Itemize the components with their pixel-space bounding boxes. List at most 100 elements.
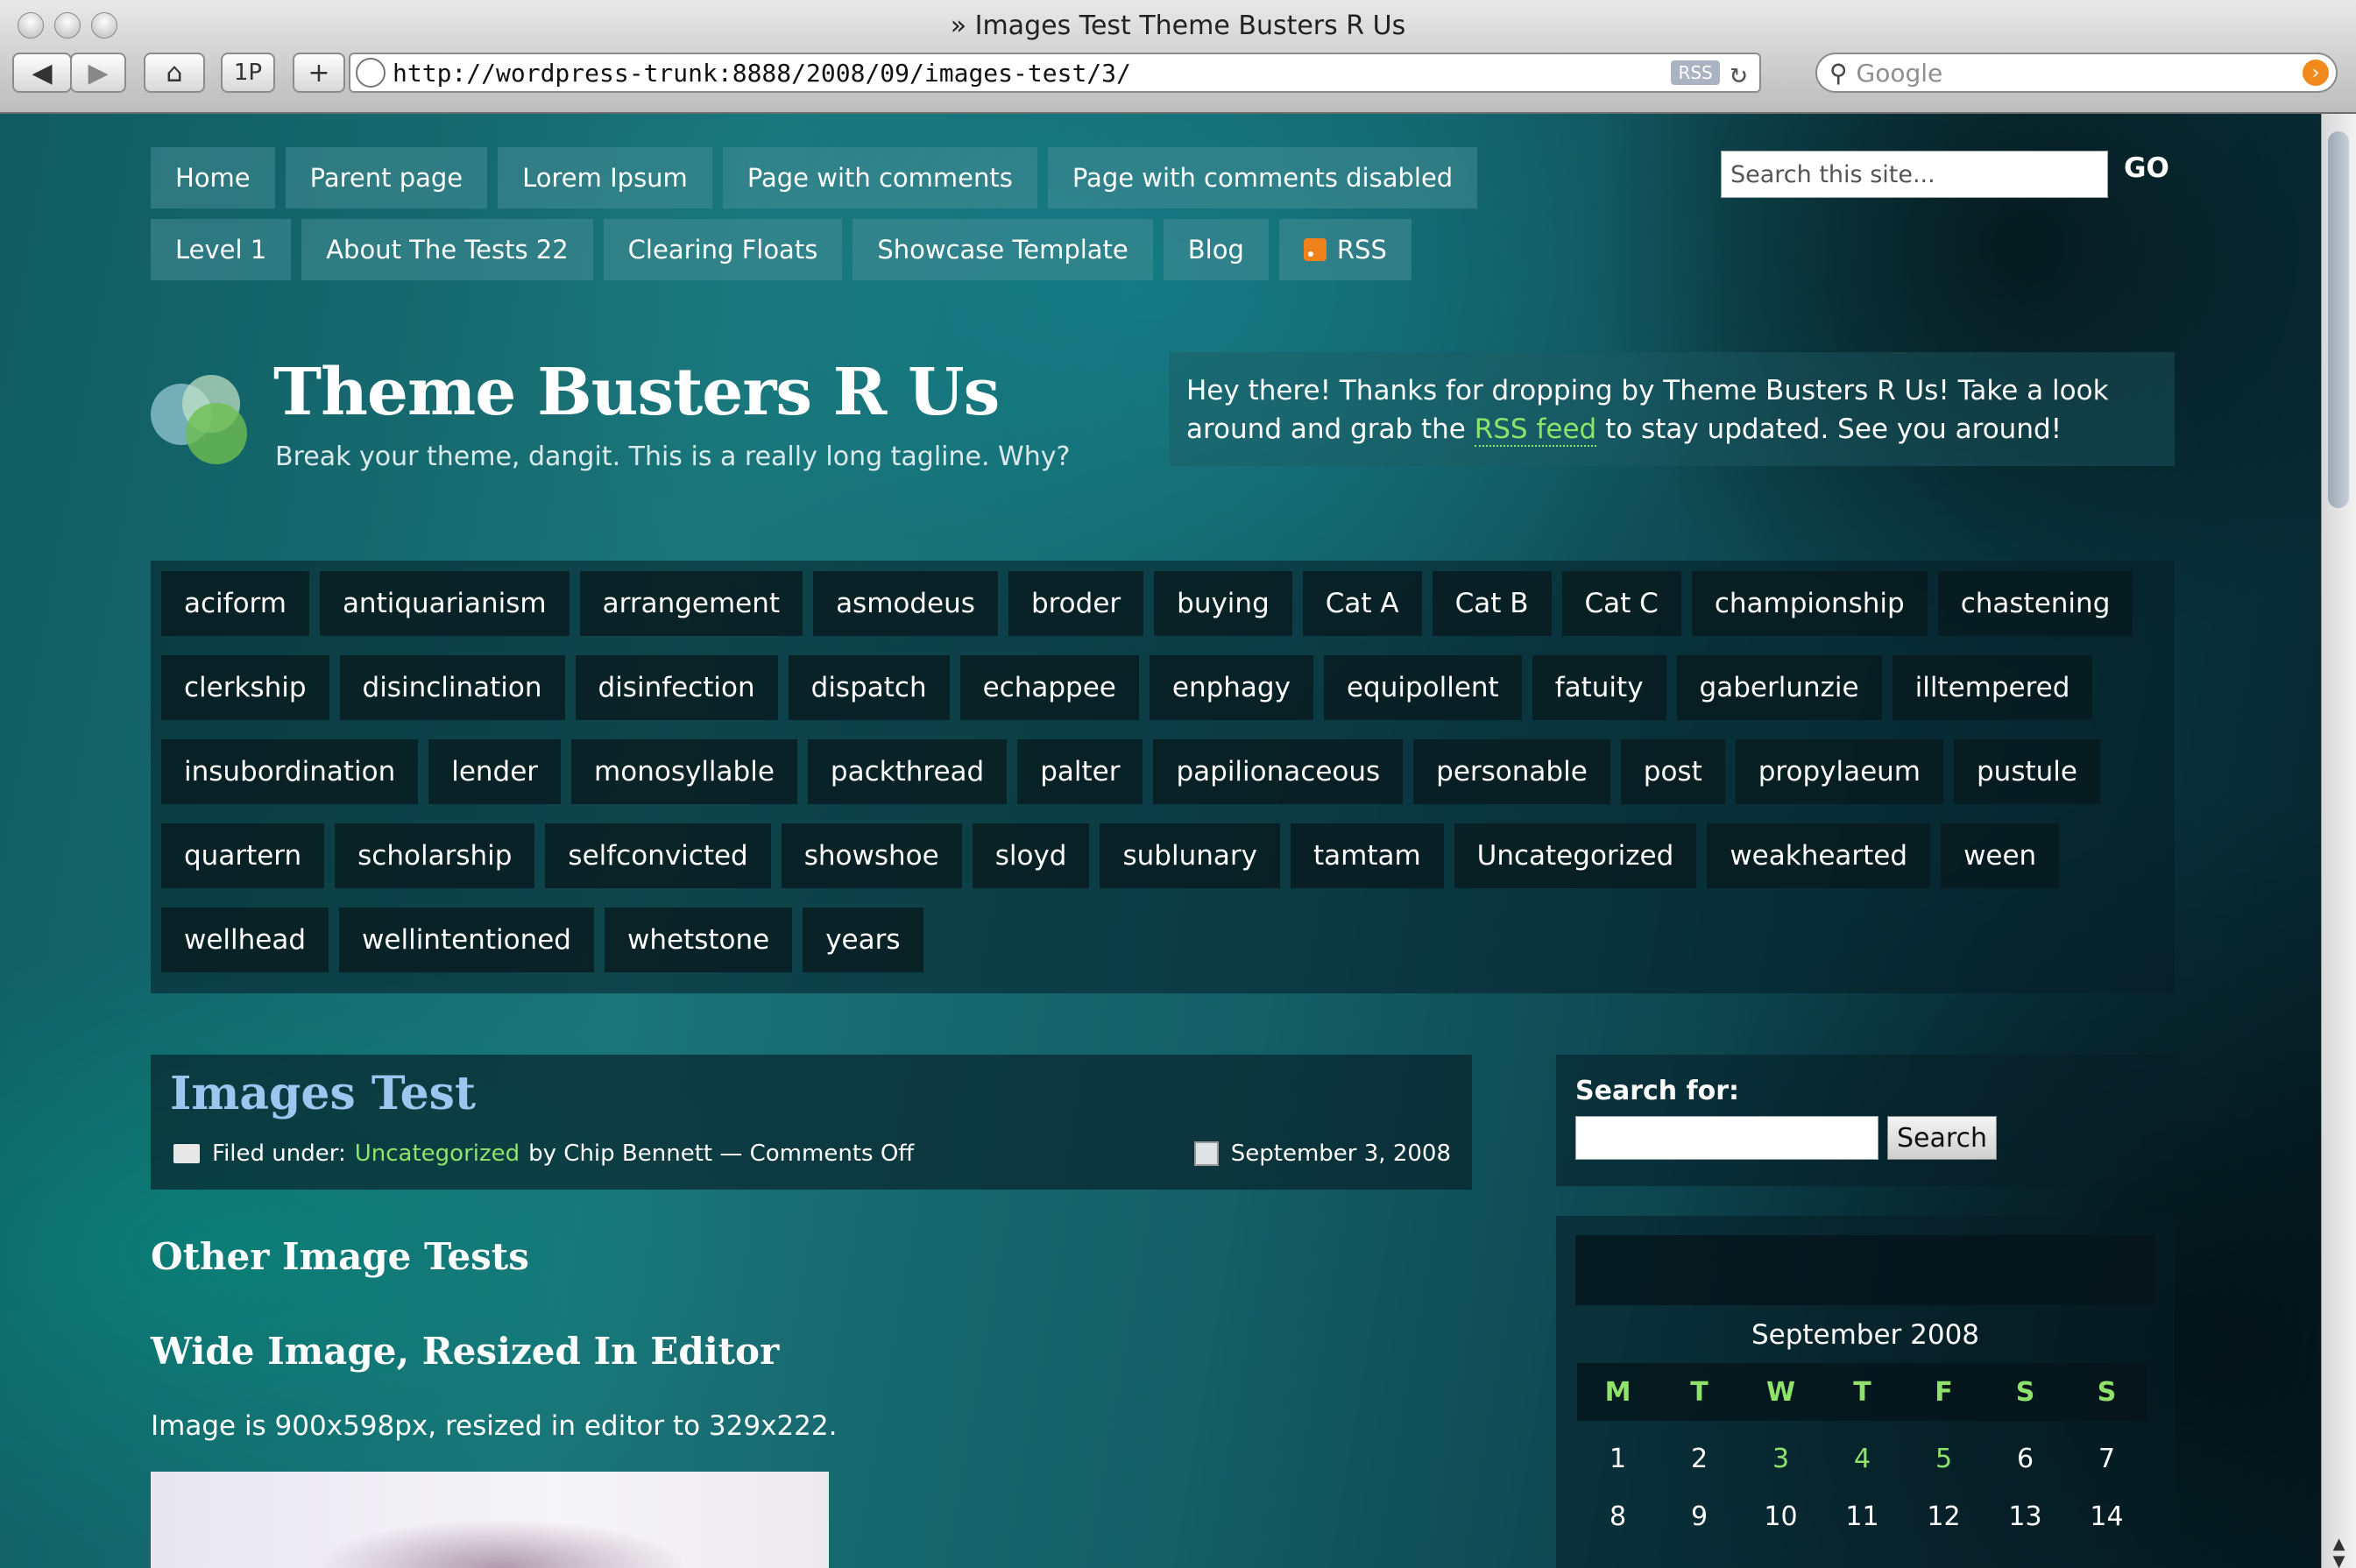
post-title[interactable]: Images Test [170,1067,476,1120]
tag-wellintentioned[interactable]: wellintentioned [339,908,594,972]
tag-sloyd[interactable]: sloyd [972,823,1090,888]
tag-cat-a[interactable]: Cat A [1302,571,1422,636]
calendar-day-link[interactable]: 4 [1822,1430,1903,1487]
tag-personable[interactable]: personable [1413,739,1610,804]
nav-item-showcase-template[interactable]: Showcase Template [853,219,1153,280]
tag-lender[interactable]: lender [428,739,562,804]
calendar-day: 2 [1690,1443,1709,1474]
nav-item-clearing-floats[interactable]: Clearing Floats [603,219,843,280]
nav-item-page-with-comments-disabled[interactable]: Page with comments disabled [1047,147,1478,208]
tag-championship[interactable]: championship [1691,571,1928,636]
calendar-day: 14 [2090,1501,2124,1532]
tag-clerkship[interactable]: clerkship [161,655,329,720]
rss-feed-link[interactable]: RSS feed [1474,413,1597,447]
tag-buying[interactable]: buying [1154,571,1292,636]
tag-sublunary[interactable]: sublunary [1100,823,1280,888]
tag-propylaeum[interactable]: propylaeum [1735,739,1943,804]
tag-cat-c[interactable]: Cat C [1561,571,1681,636]
tag-arrangement[interactable]: arrangement [579,571,803,636]
site-title[interactable]: Theme Busters R Us [273,355,1000,430]
tag-insubordination[interactable]: insubordination [161,739,419,804]
tag-enphagy[interactable]: enphagy [1149,655,1313,720]
tag-packthread[interactable]: packthread [807,739,1008,804]
tag-chastening[interactable]: chastening [1937,571,2133,636]
calendar-grid: M T W T F S S 1 2 3 4 5 6 7 8 9 10 11 12 13 14 [1577,1363,2148,1545]
tag-quartern[interactable]: quartern [161,823,325,888]
nav-item-level-1[interactable]: Level 1 [151,219,292,280]
tag-papilionaceous[interactable]: papilionaceous [1153,739,1404,804]
nav-item-about-the-tests-22[interactable]: About The Tests 22 [301,219,593,280]
calendar-day-link[interactable]: 3 [1740,1430,1822,1487]
sidebar-search-button[interactable]: Search [1887,1116,1998,1160]
tag-asmodeus[interactable]: asmodeus [813,571,998,636]
reload-icon[interactable]: ↻ [1730,56,1747,89]
scroll-up-arrow-icon[interactable]: ▲ [2322,1535,2356,1553]
filed-under-label: Filed under: [212,1141,346,1167]
tag-dispatch[interactable]: dispatch [788,655,950,720]
tag-fatuity[interactable]: fatuity [1532,655,1666,720]
tag-equipollent[interactable]: equipollent [1323,655,1522,720]
nav-item-lorem-ipsum[interactable]: Lorem Ipsum [498,147,712,208]
tag-wellhead[interactable]: wellhead [161,908,329,972]
tag-years[interactable]: years [803,908,923,972]
section-heading-wide-image: Wide Image, Resized In Editor [151,1330,780,1373]
tag-pustule[interactable]: pustule [1954,739,2100,804]
tag-post[interactable]: post [1620,739,1725,804]
nav-item-page-with-comments[interactable]: Page with comments [722,147,1037,208]
tag-tamtam[interactable]: tamtam [1290,823,1444,888]
main-nav-row-2: Level 1 About The Tests 22 Clearing Floats… [151,219,1411,280]
sidebar-search-input[interactable] [1575,1116,1878,1160]
calendar-day: 6 [2016,1443,2034,1474]
tag-palter[interactable]: palter [1017,739,1143,804]
main-nav-row-1: Home Parent page Lorem Ipsum Page with comm… [151,147,1478,208]
site-search-input[interactable]: Search this site... [1721,151,2108,198]
forward-button[interactable]: ▶ [70,53,126,93]
tag-disinclination[interactable]: disinclination [339,655,565,720]
tag-uncategorized[interactable]: Uncategorized [1454,823,1697,888]
tag-antiquarianism[interactable]: antiquarianism [319,571,570,636]
tag-ween[interactable]: ween [1941,823,2060,888]
url-text[interactable]: http://wordpress-trunk:8888/2008/09/imag… [393,59,1671,88]
rss-badge[interactable]: RSS [1671,60,1720,85]
tag-row: wellhead wellintentioned whetstone years [161,908,923,972]
home-button[interactable]: ⌂ [144,53,205,93]
nav-item-blog[interactable]: Blog [1163,219,1269,280]
tag-weakhearted[interactable]: weakhearted [1707,823,1931,888]
scroll-down-arrow-icon[interactable]: ▼ [2322,1552,2356,1568]
nav-item-parent-page[interactable]: Parent page [285,147,488,208]
search-engine-icon[interactable]: › [2303,60,2329,86]
tag-row: insubordination lender monosyllable packthr… [161,739,2100,804]
browser-search-field[interactable]: ⚲ Google › [1815,53,2338,93]
tag-selfconvicted[interactable]: selfconvicted [545,823,771,888]
tag-monosyllable[interactable]: monosyllable [571,739,797,804]
tag-row: aciform antiquarianism arrangement asmodeus… [161,571,2133,636]
tag-showshoe[interactable]: showshoe [781,823,962,888]
site-search-go-button[interactable]: GO [2124,152,2169,184]
site-logo[interactable] [151,375,254,464]
nav-item-rss[interactable]: RSS [1278,219,1411,280]
calendar-day: 8 [1609,1501,1627,1532]
nav-item-home[interactable]: Home [151,147,275,208]
back-button[interactable]: ◀ [12,53,72,93]
calendar-day-link[interactable]: 5 [1903,1430,1985,1487]
post-header: Images Test Filed under: Uncategorized b… [151,1055,1472,1190]
tag-scholarship[interactable]: scholarship [335,823,535,888]
calendar-day: 10 [1764,1501,1798,1532]
scrollbar-thumb[interactable] [2328,131,2349,508]
tag-echappee[interactable]: echappee [959,655,1139,720]
tag-disinfection[interactable]: disinfection [575,655,778,720]
folder-icon [173,1144,200,1163]
post-image[interactable] [151,1472,829,1568]
address-bar[interactable]: http://wordpress-trunk:8888/2008/09/imag… [349,53,1761,93]
post-category-link[interactable]: Uncategorized [355,1141,520,1167]
tag-broder[interactable]: broder [1008,571,1144,636]
page-scrollbar[interactable]: ▲ ▼ [2321,114,2356,1568]
tag-cat-b[interactable]: Cat B [1432,571,1552,636]
tag-aciform[interactable]: aciform [161,571,309,636]
bookmark-button[interactable]: 1P [221,53,275,93]
calendar-weekday: W [1740,1363,1822,1421]
tag-illtempered[interactable]: illtempered [1892,655,2093,720]
tag-whetstone[interactable]: whetstone [604,908,793,972]
add-bookmark-button[interactable]: + [293,53,345,93]
tag-gaberlunzie[interactable]: gaberlunzie [1676,655,1882,720]
